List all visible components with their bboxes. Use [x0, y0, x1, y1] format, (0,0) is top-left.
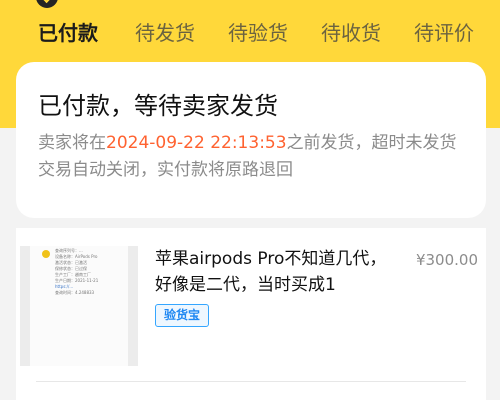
- order-status-card: 已付款，等待卖家发货 卖家将在2024-09-22 22:13:53之前发货，超…: [16, 62, 486, 218]
- tab-awaiting-shipment[interactable]: 待发货: [135, 18, 195, 52]
- tab-awaiting-inspection[interactable]: 待验货: [228, 18, 288, 52]
- shipping-deadline: 2024-09-22 22:13:53: [106, 133, 287, 153]
- apple-logo-icon: [42, 250, 50, 258]
- order-card[interactable]: 查询序列号：... 设备名称：AirPods Pro 激活状态：已激活 保修状态…: [16, 228, 486, 400]
- tab-paid[interactable]: 已付款: [38, 18, 98, 52]
- thumbnail-text: 查询序列号：... 设备名称：AirPods Pro 激活状态：已激活 保修状态…: [55, 248, 98, 296]
- tab-awaiting-review[interactable]: 待评价: [414, 18, 474, 52]
- bottom-divider: [36, 381, 466, 382]
- product-thumbnail[interactable]: 查询序列号：... 设备名称：AirPods Pro 激活状态：已激活 保修状态…: [20, 246, 138, 366]
- status-description: 卖家将在2024-09-22 22:13:53之前发货，超时未发货交易自动关闭，…: [38, 130, 458, 184]
- tab-awaiting-receipt[interactable]: 待收货: [321, 18, 381, 52]
- status-title: 已付款，等待卖家发货: [38, 92, 278, 120]
- order-status-tabs: 已付款 待发货 待验货 待收货 待评价: [0, 18, 500, 52]
- product-title[interactable]: 苹果airpods Pro不知道几代，好像是二代，当时买成1: [155, 246, 390, 298]
- inspection-badge: 验货宝: [155, 304, 209, 327]
- thumbnail-line: 查询时间：4.248833: [55, 290, 95, 295]
- product-price: ¥300.00: [415, 251, 478, 269]
- status-desc-prefix: 卖家将在: [38, 133, 106, 153]
- thumbnail-sheet: 查询序列号：... 设备名称：AirPods Pro 激活状态：已激活 保修状态…: [30, 246, 128, 366]
